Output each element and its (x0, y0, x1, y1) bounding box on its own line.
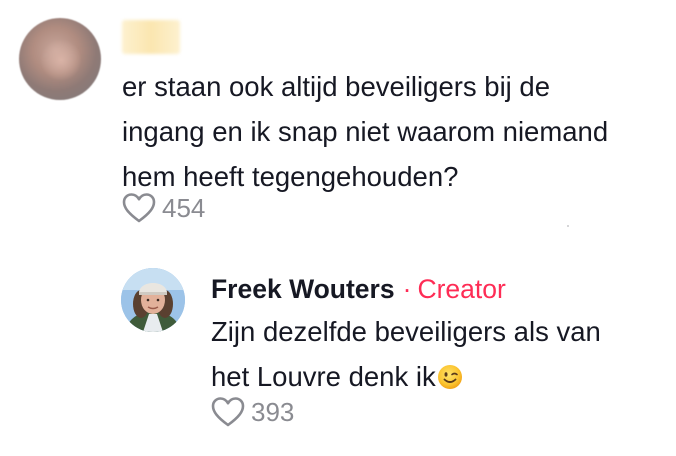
reply-header: Freek Wouters · Creator (211, 272, 506, 306)
like-button[interactable]: 393 (211, 396, 294, 428)
heart-outline-icon[interactable] (211, 396, 245, 428)
reply-text: Zijn dezelfde beveiligers als van het Lo… (211, 309, 661, 403)
like-count: 393 (251, 396, 295, 427)
creator-badge: Creator (417, 274, 506, 304)
winking-face-emoji-icon (437, 358, 463, 403)
reply-text-line: het Louvre denk ik (211, 361, 436, 392)
avatar[interactable] (121, 268, 185, 332)
reply-text-line: Zijn dezelfde beveiligers als van (211, 316, 601, 347)
separator-dot: · (402, 274, 412, 304)
reply-item: Freek Wouters · Creator Zijn dezelfde beve… (0, 0, 676, 456)
author-name[interactable]: Freek Wouters (211, 274, 395, 304)
creator-avatar-image (121, 268, 185, 332)
